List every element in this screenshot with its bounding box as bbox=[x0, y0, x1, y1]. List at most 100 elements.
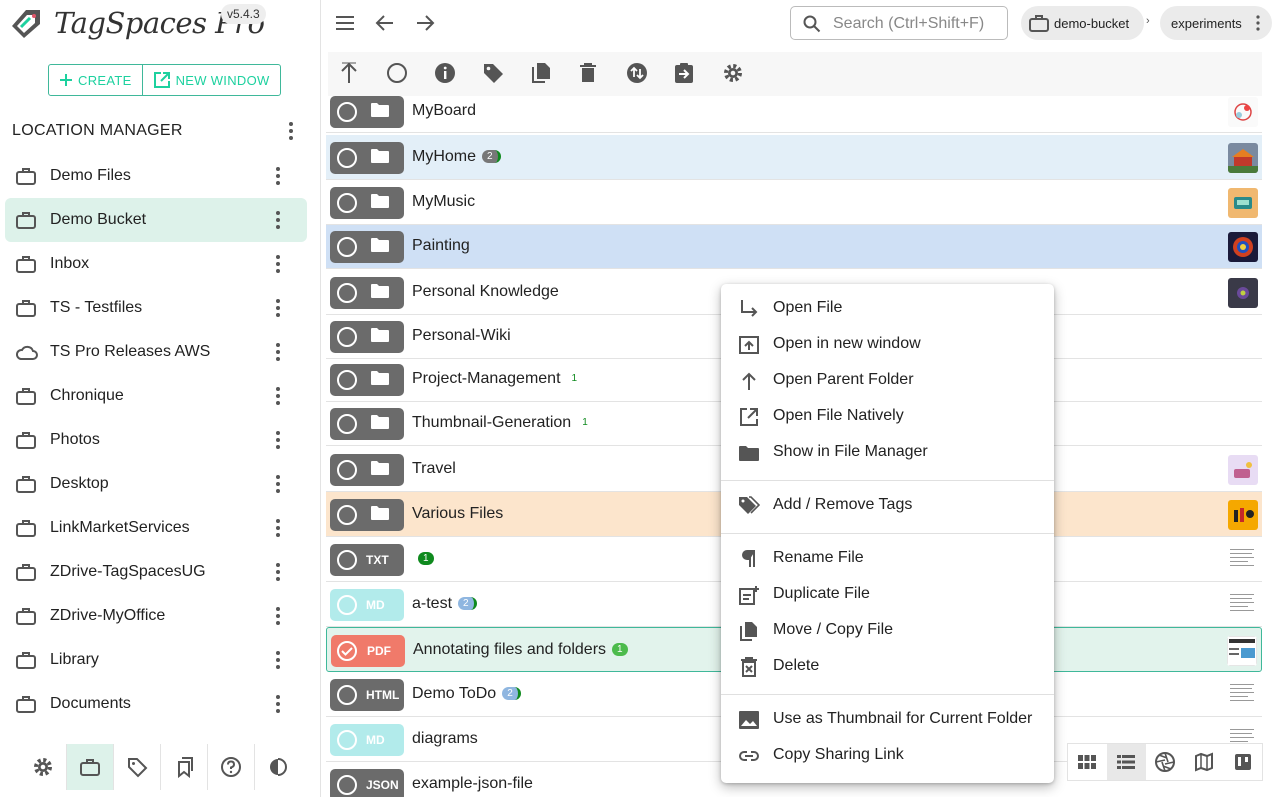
location-menu-icon[interactable] bbox=[275, 166, 281, 186]
select-circle[interactable] bbox=[337, 193, 357, 213]
location-item[interactable]: Demo Files bbox=[5, 154, 307, 198]
view-settings-button[interactable] bbox=[722, 62, 744, 84]
menu-item-duplicate-file[interactable]: Duplicate File bbox=[721, 577, 1054, 613]
location-menu-icon[interactable] bbox=[275, 298, 281, 318]
back-arrow-icon[interactable] bbox=[375, 13, 395, 33]
location-item[interactable]: ZDrive-MyOffice bbox=[5, 594, 307, 638]
location-menu-icon[interactable] bbox=[275, 606, 281, 626]
menu-item-rename-file[interactable]: Rename File bbox=[721, 541, 1054, 577]
menu-item-use-as-thumbnail-for-current-folder[interactable]: Use as Thumbnail for Current Folder bbox=[721, 702, 1054, 738]
select-circle[interactable] bbox=[337, 237, 357, 257]
select-circle[interactable] bbox=[337, 283, 357, 303]
location-item[interactable]: LinkMarketServices bbox=[5, 506, 307, 550]
location-menu-icon[interactable] bbox=[275, 430, 281, 450]
breadcrumb-location[interactable]: demo-bucket bbox=[1021, 6, 1144, 40]
menu-item-open-in-new-window[interactable]: Open in new window bbox=[721, 327, 1054, 363]
location-menu-icon[interactable] bbox=[275, 694, 281, 714]
file-type-chip[interactable]: MD bbox=[330, 724, 404, 756]
location-menu-icon[interactable] bbox=[275, 386, 281, 406]
location-item[interactable]: Chronique bbox=[5, 374, 307, 418]
move-button[interactable] bbox=[674, 62, 694, 84]
folder-row[interactable]: MyBoard bbox=[326, 90, 1262, 133]
tags-tab-button[interactable] bbox=[114, 744, 161, 790]
map-view-button[interactable] bbox=[1184, 744, 1223, 780]
grid-view-button[interactable] bbox=[1068, 744, 1107, 780]
bookmarks-tab-button[interactable] bbox=[161, 744, 208, 790]
folder-chip[interactable] bbox=[330, 96, 404, 128]
location-item[interactable]: Documents bbox=[5, 682, 307, 726]
properties-button[interactable] bbox=[434, 62, 456, 84]
location-manager-menu-icon[interactable] bbox=[282, 121, 300, 141]
folder-chip[interactable] bbox=[330, 321, 404, 353]
kanban-view-button[interactable] bbox=[1223, 744, 1262, 780]
location-menu-icon[interactable] bbox=[275, 210, 281, 230]
check-circle-icon[interactable] bbox=[337, 641, 357, 661]
menu-item-open-parent-folder[interactable]: Open Parent Folder bbox=[721, 363, 1054, 399]
folder-chip[interactable] bbox=[330, 364, 404, 396]
location-item[interactable]: Photos bbox=[5, 418, 307, 462]
help-button[interactable] bbox=[208, 744, 255, 790]
folder-chip[interactable] bbox=[330, 408, 404, 440]
select-circle[interactable] bbox=[337, 460, 357, 480]
menu-icon[interactable] bbox=[335, 14, 355, 32]
folder-menu-icon[interactable] bbox=[1256, 15, 1260, 31]
menu-item-open-file[interactable]: Open File bbox=[721, 291, 1054, 327]
menu-item-show-in-file-manager[interactable]: Show in File Manager bbox=[721, 435, 1054, 471]
location-item[interactable]: Demo Bucket bbox=[5, 198, 307, 242]
location-menu-icon[interactable] bbox=[275, 518, 281, 538]
select-circle[interactable] bbox=[337, 550, 357, 570]
location-item[interactable]: Inbox bbox=[5, 242, 307, 286]
folder-chip[interactable] bbox=[330, 187, 404, 219]
folder-row[interactable]: Painting bbox=[326, 225, 1262, 269]
select-circle[interactable] bbox=[337, 730, 357, 750]
folder-chip[interactable] bbox=[330, 142, 404, 174]
location-item[interactable]: Desktop bbox=[5, 462, 307, 506]
gallery-view-button[interactable] bbox=[1146, 744, 1185, 780]
folder-chip[interactable] bbox=[330, 454, 404, 486]
select-circle[interactable] bbox=[337, 102, 357, 122]
menu-item-add-remove-tags[interactable]: Add / Remove Tags bbox=[721, 488, 1054, 524]
locations-tab-button[interactable] bbox=[67, 744, 114, 790]
location-item[interactable]: Library bbox=[5, 638, 307, 682]
file-type-chip[interactable]: JSON bbox=[330, 769, 404, 797]
select-all-button[interactable] bbox=[386, 62, 408, 84]
folder-row[interactable]: MyHome 2 bbox=[326, 135, 1262, 180]
select-circle[interactable] bbox=[337, 595, 357, 615]
file-type-chip[interactable]: MD bbox=[330, 589, 404, 621]
select-circle[interactable] bbox=[337, 148, 357, 168]
breadcrumb-folder[interactable]: experiments bbox=[1160, 6, 1272, 40]
select-circle[interactable] bbox=[337, 685, 357, 705]
folder-chip[interactable] bbox=[330, 499, 404, 531]
select-circle[interactable] bbox=[337, 414, 357, 434]
delete-button[interactable] bbox=[578, 62, 598, 84]
sync-button[interactable] bbox=[626, 62, 648, 84]
folder-row[interactable]: MyMusic bbox=[326, 180, 1262, 225]
search-box[interactable] bbox=[790, 6, 1008, 40]
select-circle[interactable] bbox=[337, 327, 357, 347]
location-item[interactable]: TS - Testfiles bbox=[5, 286, 307, 330]
parent-folder-button[interactable] bbox=[340, 62, 358, 84]
menu-item-open-file-natively[interactable]: Open File Natively bbox=[721, 399, 1054, 435]
menu-item-delete[interactable]: Delete bbox=[721, 649, 1054, 685]
location-menu-icon[interactable] bbox=[275, 562, 281, 582]
location-menu-icon[interactable] bbox=[275, 342, 281, 362]
file-type-chip[interactable]: PDF bbox=[331, 635, 405, 667]
tag-files-button[interactable] bbox=[482, 62, 504, 84]
folder-chip[interactable] bbox=[330, 231, 404, 263]
search-input[interactable] bbox=[831, 14, 1005, 34]
menu-item-copy-sharing-link[interactable]: Copy Sharing Link bbox=[721, 738, 1054, 774]
menu-item-move-copy-file[interactable]: Move / Copy File bbox=[721, 613, 1054, 649]
select-circle[interactable] bbox=[337, 505, 357, 525]
location-item[interactable]: TS Pro Releases AWS bbox=[5, 330, 307, 374]
theme-toggle-button[interactable] bbox=[255, 744, 301, 790]
location-menu-icon[interactable] bbox=[275, 254, 281, 274]
settings-button[interactable] bbox=[20, 744, 67, 790]
file-type-chip[interactable]: TXT bbox=[330, 544, 404, 576]
location-item[interactable]: ZDrive-TagSpacesUG bbox=[5, 550, 307, 594]
location-menu-icon[interactable] bbox=[275, 474, 281, 494]
select-circle[interactable] bbox=[337, 775, 357, 795]
forward-arrow-icon[interactable] bbox=[415, 13, 435, 33]
copy-move-button[interactable] bbox=[530, 62, 552, 84]
select-circle[interactable] bbox=[337, 370, 357, 390]
location-menu-icon[interactable] bbox=[275, 650, 281, 670]
